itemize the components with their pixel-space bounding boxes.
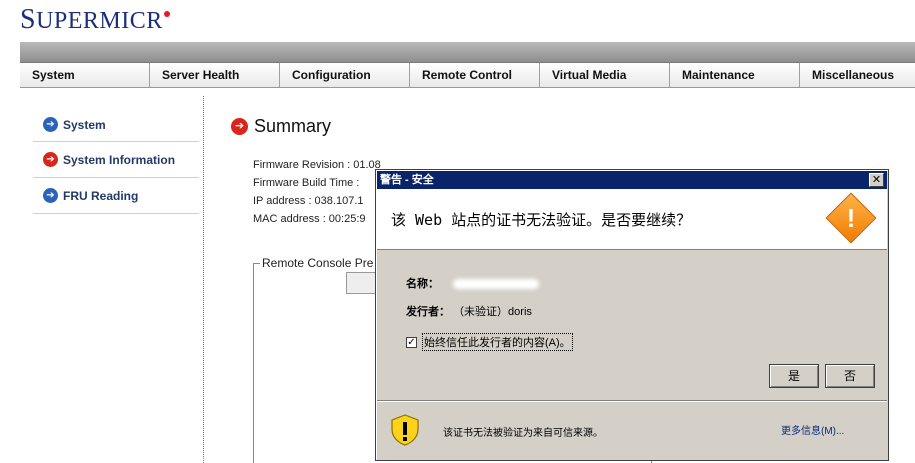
redacted-name (453, 279, 539, 290)
issuer-row: 发行者： （未验证）doris (406, 303, 532, 319)
firmware-build-time: Firmware Build Time : (253, 177, 360, 189)
sidebar-item-label: System (63, 117, 106, 132)
dialog-header: 该 Web 站点的证书无法验证。是否要继续？ (377, 189, 887, 250)
page-title: ➔ Summary (231, 116, 331, 137)
remote-console-label: Remote Console Pre (260, 256, 376, 270)
nav-server-health[interactable]: Server Health (150, 63, 280, 87)
close-button[interactable]: ✕ (869, 173, 884, 187)
dialog-title-bar[interactable]: 警告 - 安全 ✕ (377, 171, 887, 189)
issuer-label: 发行者： (406, 306, 450, 318)
yes-button[interactable]: 是 (769, 364, 819, 388)
nav-miscellaneous[interactable]: Miscellaneous (800, 63, 915, 87)
nav-remote-control[interactable]: Remote Control (410, 63, 540, 87)
red-arrow-icon: ➔ (231, 118, 248, 135)
issuer-value: （未验证）doris (453, 306, 532, 318)
trust-checkbox-label[interactable]: 始终信任此发行者的内容(A)。 (422, 333, 573, 351)
mac-address: MAC address : 00:25:9 (253, 213, 366, 225)
nav-virtual-media[interactable]: Virtual Media (540, 63, 670, 87)
footer-text: 该证书无法被验证为来自可信来源。 (443, 428, 603, 439)
top-bar (20, 42, 915, 62)
no-button[interactable]: 否 (825, 364, 875, 388)
sidebar: ➔ System ➔ System Information ➔ FRU Read… (33, 108, 199, 214)
logo-dot-icon (163, 11, 170, 17)
red-arrow-icon: ➔ (43, 152, 58, 167)
warning-exclamation-icon: ! (846, 203, 856, 233)
trust-checkbox[interactable]: ✓ (406, 336, 417, 348)
dialog-separator (377, 400, 887, 402)
ip-address: IP address : 038.107.1 (253, 195, 364, 207)
blue-arrow-icon: ➔ (43, 117, 58, 132)
trust-checkbox-row: ✓ 始终信任此发行者的内容(A)。 (406, 333, 573, 351)
dialog-question: 该 Web 站点的证书无法验证。是否要继续？ (391, 211, 692, 229)
nav-maintenance[interactable]: Maintenance (670, 63, 800, 87)
sidebar-item-label: System Information (63, 152, 176, 167)
shield-warning-icon (391, 414, 419, 446)
nav-configuration[interactable]: Configuration (280, 63, 410, 87)
sidebar-item-fru-reading[interactable]: ➔ FRU Reading (33, 178, 199, 214)
logo-first-letter: S (20, 4, 37, 35)
security-warning-dialog: 警告 - 安全 ✕ 该 Web 站点的证书无法验证。是否要继续？ ! 名称： 发… (375, 169, 889, 461)
nav-system[interactable]: System (20, 63, 150, 87)
logo-text: UPERMICR (36, 8, 163, 34)
more-info-link[interactable]: 更多信息(M)... (781, 422, 844, 437)
name-row: 名称： (406, 275, 539, 291)
name-label: 名称： (406, 278, 439, 290)
sidebar-item-label: FRU Reading (63, 188, 139, 203)
sidebar-item-system[interactable]: ➔ System (33, 108, 199, 142)
main-nav: System Server Health Configuration Remot… (20, 62, 915, 88)
supermicro-logo: SUPERMICR (20, 4, 170, 35)
firmware-revision: Firmware Revision : 01.08 (253, 159, 381, 171)
dialog-title: 警告 - 安全 (380, 174, 434, 186)
page-title-text: Summary (254, 116, 332, 136)
sidebar-item-system-information[interactable]: ➔ System Information (33, 142, 199, 178)
sidebar-divider (203, 96, 204, 463)
blue-arrow-icon: ➔ (43, 188, 58, 203)
